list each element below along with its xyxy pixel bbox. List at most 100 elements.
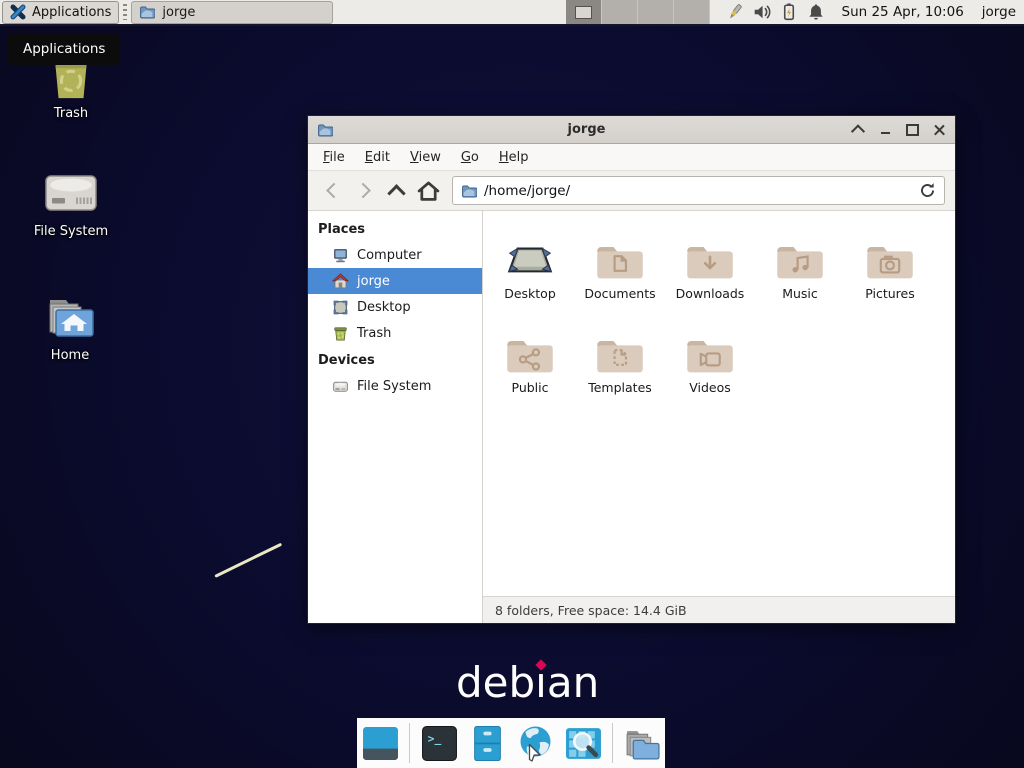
sidebar: PlacesComputerjorgeDesktopTrashDevicesFi…: [308, 211, 483, 623]
workspace-1[interactable]: [566, 0, 602, 24]
maximize-icon: [906, 124, 919, 136]
main-pane: Desktop Documents Downloads Music Pictures Pu…: [483, 211, 955, 623]
logo-text: an: [547, 658, 599, 707]
close-button[interactable]: [932, 122, 946, 138]
up-icon: [387, 184, 405, 202]
file-item-label: Public: [512, 380, 549, 395]
close-icon: [934, 124, 945, 135]
trash-icon: [332, 325, 349, 342]
dock-launcher-file-cabinet[interactable]: [468, 724, 506, 762]
dock-separator: [409, 723, 410, 763]
desktop-icon-file-system[interactable]: File System: [28, 168, 114, 239]
desktop-icon-home[interactable]: Home: [27, 296, 113, 363]
logo-text: deb: [456, 658, 535, 707]
taskbar-item-label: jorge: [162, 5, 195, 20]
battery-icon[interactable]: [780, 3, 798, 21]
file-item-videos[interactable]: Videos: [665, 323, 755, 395]
menu-view[interactable]: View: [400, 146, 451, 169]
svg-text:>_: >_: [427, 732, 441, 745]
file-item-label: Desktop: [504, 286, 556, 301]
file-item-desktop[interactable]: Desktop: [485, 229, 575, 301]
devices-header: Devices: [308, 346, 482, 373]
desktop-icon-label: Trash: [54, 106, 88, 121]
dock-launcher-web-browser[interactable]: [516, 724, 554, 762]
folder-document-icon: [594, 229, 646, 281]
file-item-label: Videos: [689, 380, 731, 395]
taskbar-item-jorge[interactable]: jorge: [131, 1, 333, 24]
maximize-button[interactable]: [905, 122, 919, 138]
up-button[interactable]: [382, 178, 410, 204]
back-icon: [326, 183, 342, 199]
titlebar[interactable]: jorge: [308, 116, 955, 144]
path-input[interactable]: [484, 183, 912, 199]
window-title: jorge: [308, 122, 865, 137]
sidebar-item-computer[interactable]: Computer: [308, 242, 482, 268]
file-item-documents[interactable]: Documents: [575, 229, 665, 301]
sidebar-item-trash[interactable]: Trash: [308, 320, 482, 346]
applications-tooltip: Applications: [8, 33, 120, 65]
folder-template-icon: [594, 323, 646, 375]
volume-icon[interactable]: [753, 3, 771, 21]
home-icon: [332, 273, 349, 290]
sidebar-item-jorge[interactable]: jorge: [308, 268, 482, 294]
file-item-public[interactable]: Public: [485, 323, 575, 395]
pathbar[interactable]: [452, 176, 945, 205]
shade-button[interactable]: [851, 122, 865, 138]
folder-camera-icon: [864, 229, 916, 281]
file-grid: Desktop Documents Downloads Music Pictures Pu…: [483, 211, 955, 596]
home-desktop-icon: [44, 296, 96, 342]
terminal-icon: >_: [421, 725, 458, 762]
panel-handle[interactable]: [123, 4, 127, 20]
folder-download-icon: [684, 229, 736, 281]
sidebar-item-label: Desktop: [357, 300, 411, 315]
dock-launcher-app-finder[interactable]: [564, 724, 602, 762]
workspace-2[interactable]: [602, 0, 638, 24]
window-preview: [575, 6, 592, 19]
panel-username: jorge: [982, 4, 1016, 20]
tool-icon[interactable]: [726, 3, 744, 21]
menubar: FileEditViewGoHelp: [308, 144, 955, 171]
desktop: Applications jorge Sun 25 Apr, 10:06 jor…: [0, 0, 1024, 768]
home-icon: [417, 181, 440, 201]
menu-edit[interactable]: Edit: [355, 146, 400, 169]
sidebar-item-file-system[interactable]: File System: [308, 373, 482, 399]
file-item-templates[interactable]: Templates: [575, 323, 665, 395]
workspace-3[interactable]: [638, 0, 674, 24]
sidebar-item-label: Trash: [357, 326, 391, 341]
folder-share-icon: [504, 323, 556, 375]
logo-i: ı: [535, 660, 547, 706]
window-controls: [851, 122, 946, 138]
back-button[interactable]: [318, 178, 346, 204]
filesystem-desktop-icon: [43, 168, 99, 218]
top-panel: Applications jorge Sun 25 Apr, 10:06 jor…: [0, 0, 1024, 26]
shade-icon: [851, 124, 865, 138]
dock-launcher-show-desktop[interactable]: [361, 724, 399, 762]
workspace-pager: [566, 0, 710, 24]
sidebar-item-desktop[interactable]: Desktop: [308, 294, 482, 320]
file-item-pictures[interactable]: Pictures: [845, 229, 935, 301]
home-button[interactable]: [414, 178, 442, 204]
clock[interactable]: Sun 25 Apr, 10:06: [842, 4, 964, 20]
workspace-4[interactable]: [674, 0, 710, 24]
path-folder-icon: [461, 183, 477, 199]
file-item-label: Downloads: [676, 286, 745, 301]
bell-icon[interactable]: [807, 3, 825, 21]
web-browser-icon: [516, 724, 555, 762]
menu-go[interactable]: Go: [451, 146, 489, 169]
dock-launcher-terminal[interactable]: >_: [420, 724, 458, 762]
app-finder-icon: [565, 725, 602, 762]
menu-help[interactable]: Help: [489, 146, 539, 169]
minimize-button[interactable]: [878, 122, 892, 138]
file-item-label: Templates: [588, 380, 652, 395]
file-item-label: Pictures: [865, 286, 915, 301]
reload-button[interactable]: [919, 182, 936, 199]
applications-menu-button[interactable]: Applications: [2, 1, 119, 24]
debian-logo: debıan: [456, 660, 599, 706]
forward-button[interactable]: [350, 178, 378, 204]
system-tray: [726, 3, 825, 21]
file-item-downloads[interactable]: Downloads: [665, 229, 755, 301]
menu-file[interactable]: File: [313, 146, 355, 169]
dock-launcher-file-manager[interactable]: [623, 724, 661, 762]
file-item-music[interactable]: Music: [755, 229, 845, 301]
file-cabinet-icon: [469, 725, 506, 762]
